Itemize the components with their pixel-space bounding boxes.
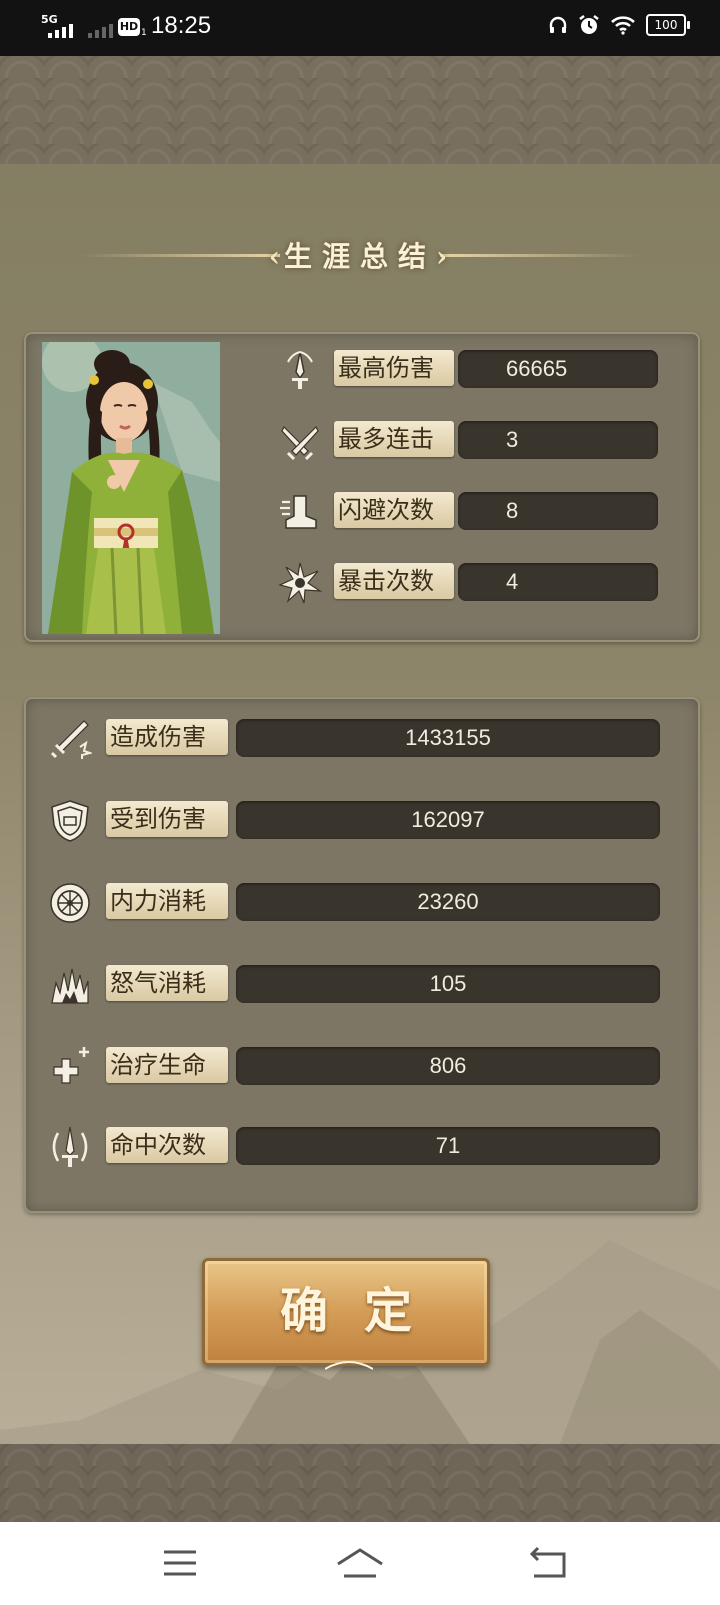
button-ornament-icon bbox=[325, 1361, 373, 1370]
alarm-icon bbox=[579, 15, 599, 34]
stat-row-healing: 治疗生命 806 bbox=[48, 1045, 688, 1087]
rage-icon bbox=[51, 968, 89, 1004]
stat-value: 1433155 bbox=[236, 719, 660, 757]
confirm-button[interactable]: 确定 bbox=[202, 1258, 490, 1370]
highlight-value: 8 bbox=[458, 492, 658, 530]
highlight-label: 暴击次数 bbox=[334, 563, 454, 599]
menu-icon[interactable] bbox=[150, 1540, 210, 1586]
heal-cross-icon bbox=[53, 1047, 89, 1084]
stat-row-hits: 命中次数 71 bbox=[48, 1125, 688, 1167]
highlight-row-max-damage: 最高伤害 66665 bbox=[278, 348, 678, 390]
system-nav-bar bbox=[0, 1522, 720, 1605]
highlight-value: 3 bbox=[458, 421, 658, 459]
battery-icon: 100 bbox=[646, 14, 690, 36]
title-left-chevron: ‹ bbox=[268, 240, 284, 273]
stat-value: 23260 bbox=[236, 883, 660, 921]
wheel-icon bbox=[50, 883, 90, 923]
wifi-icon bbox=[611, 16, 635, 35]
signal-secondary-icon bbox=[88, 14, 113, 38]
stat-label: 命中次数 bbox=[106, 1127, 228, 1163]
highlight-value: 4 bbox=[458, 563, 658, 601]
shield-icon bbox=[51, 800, 89, 842]
highlight-row-max-combo: 最多连击 3 bbox=[278, 419, 678, 461]
target-sword-icon bbox=[52, 1126, 88, 1167]
highlight-label: 最多连击 bbox=[334, 421, 454, 457]
stat-label: 造成伤害 bbox=[106, 719, 228, 755]
stat-value: 71 bbox=[236, 1127, 660, 1165]
stat-value: 162097 bbox=[236, 801, 660, 839]
bottom-decor-band bbox=[0, 1444, 720, 1522]
stat-label: 内力消耗 bbox=[106, 883, 228, 919]
home-icon[interactable] bbox=[330, 1540, 390, 1586]
stat-row-damage-taken: 受到伤害 162097 bbox=[48, 799, 688, 842]
character-portrait bbox=[42, 342, 220, 634]
stat-label: 治疗生命 bbox=[106, 1047, 228, 1083]
status-bar: 5G HD 1 18:25 100 bbox=[0, 0, 720, 56]
top-decor-band bbox=[0, 56, 720, 164]
stat-value: 806 bbox=[236, 1047, 660, 1085]
stat-label: 怒气消耗 bbox=[106, 965, 228, 1001]
burst-icon bbox=[278, 562, 322, 604]
highlight-row-dodge: 闪避次数 8 bbox=[278, 490, 678, 532]
sword-icon bbox=[287, 351, 313, 389]
stat-row-energy-consumed: 内力消耗 23260 bbox=[48, 881, 688, 923]
highlight-value: 66665 bbox=[458, 350, 658, 388]
crossed-blades-icon bbox=[281, 425, 319, 461]
stat-row-damage-dealt: 造成伤害 1433155 bbox=[48, 717, 688, 759]
highlight-label: 最高伤害 bbox=[334, 350, 454, 386]
signal-icon bbox=[48, 14, 73, 38]
boot-icon bbox=[280, 495, 317, 529]
character-portrait-image bbox=[42, 342, 220, 634]
hd-sub: 1 bbox=[141, 28, 147, 38]
title-right-chevron: › bbox=[436, 240, 452, 273]
hd-badge: HD bbox=[118, 18, 140, 36]
back-icon[interactable] bbox=[520, 1540, 580, 1586]
page-title: 生涯总结 bbox=[283, 240, 436, 273]
confirm-button-label: 确定 bbox=[279, 1283, 448, 1339]
highlights-panel: 最高伤害 66665 最多连击 3 闪避次数 8 暴击次数 4 bbox=[24, 332, 700, 642]
stat-label: 受到伤害 bbox=[106, 801, 228, 837]
stat-row-rage-consumed: 怒气消耗 105 bbox=[48, 963, 688, 1005]
career-summary-title: ‹生涯总结› bbox=[40, 235, 680, 275]
highlight-label: 闪避次数 bbox=[334, 492, 454, 528]
stat-value: 105 bbox=[236, 965, 660, 1003]
headphones-icon bbox=[549, 16, 567, 33]
sword-strike-icon bbox=[50, 720, 92, 759]
clock: 18:25 bbox=[151, 12, 212, 39]
stats-panel: 造成伤害 1433155 受到伤害 162097 内力消耗 23260 怒气消耗… bbox=[24, 697, 700, 1213]
highlight-row-crit: 暴击次数 4 bbox=[278, 561, 678, 604]
